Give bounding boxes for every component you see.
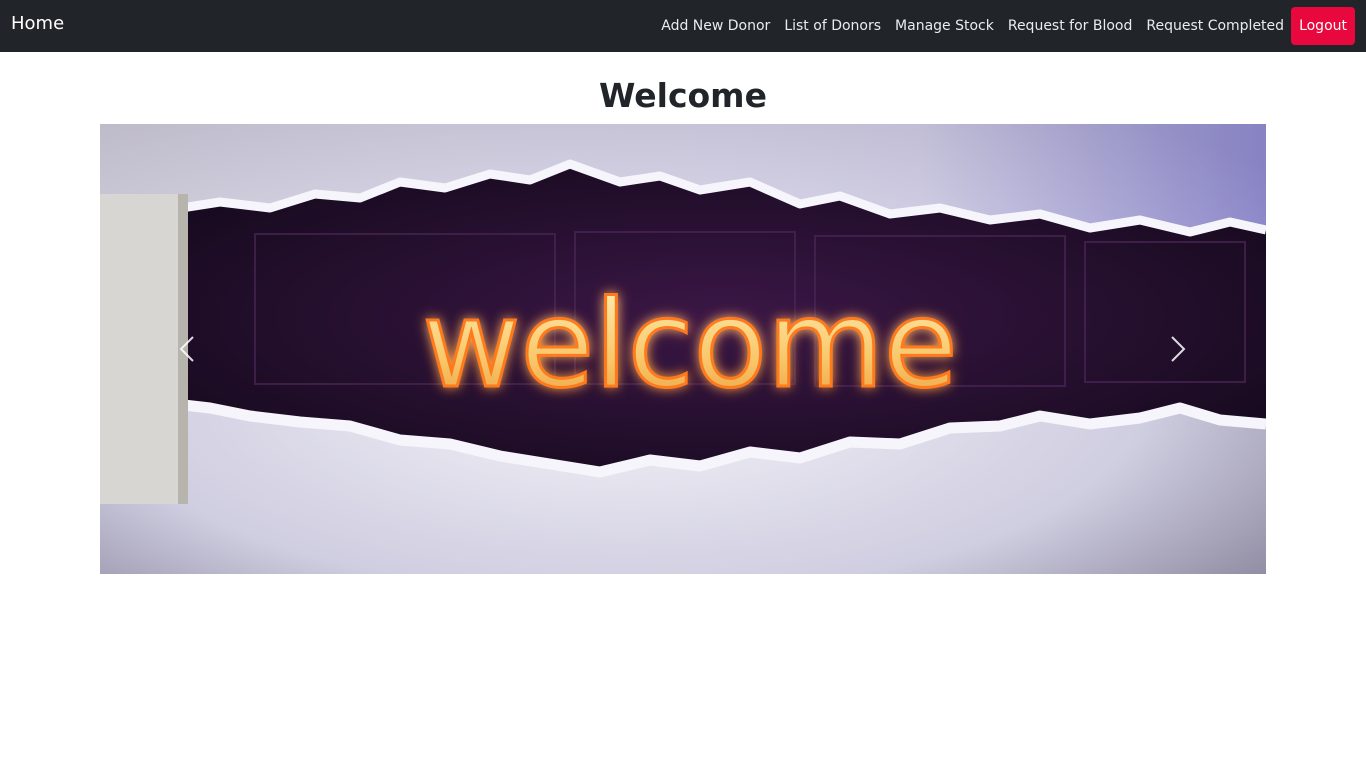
- chevron-left-icon: [179, 335, 195, 363]
- nav-link-request-completed[interactable]: Request Completed: [1146, 18, 1284, 34]
- navbar: Home Add New Donor List of Donors Manage…: [0, 0, 1366, 52]
- welcome-carousel: welcome: [100, 124, 1266, 574]
- carousel-slide-text: welcome: [422, 276, 957, 415]
- page-title: Welcome: [599, 76, 767, 115]
- nav-link-request-for-blood[interactable]: Request for Blood: [1008, 18, 1133, 34]
- nav-link-add-new-donor[interactable]: Add New Donor: [661, 18, 770, 34]
- nav-link-manage-stock[interactable]: Manage Stock: [895, 18, 994, 34]
- carousel-next-control[interactable]: [1118, 124, 1238, 574]
- nav-link-list-of-donors[interactable]: List of Donors: [784, 18, 881, 34]
- nav-links: Add New Donor List of Donors Manage Stoc…: [647, 7, 1355, 45]
- carousel-slide-image: welcome: [100, 124, 1266, 574]
- chevron-right-icon: [1170, 335, 1186, 363]
- logout-button[interactable]: Logout: [1291, 7, 1355, 45]
- home-brand-link[interactable]: Home: [11, 13, 64, 34]
- carousel-prev-control[interactable]: [127, 124, 247, 574]
